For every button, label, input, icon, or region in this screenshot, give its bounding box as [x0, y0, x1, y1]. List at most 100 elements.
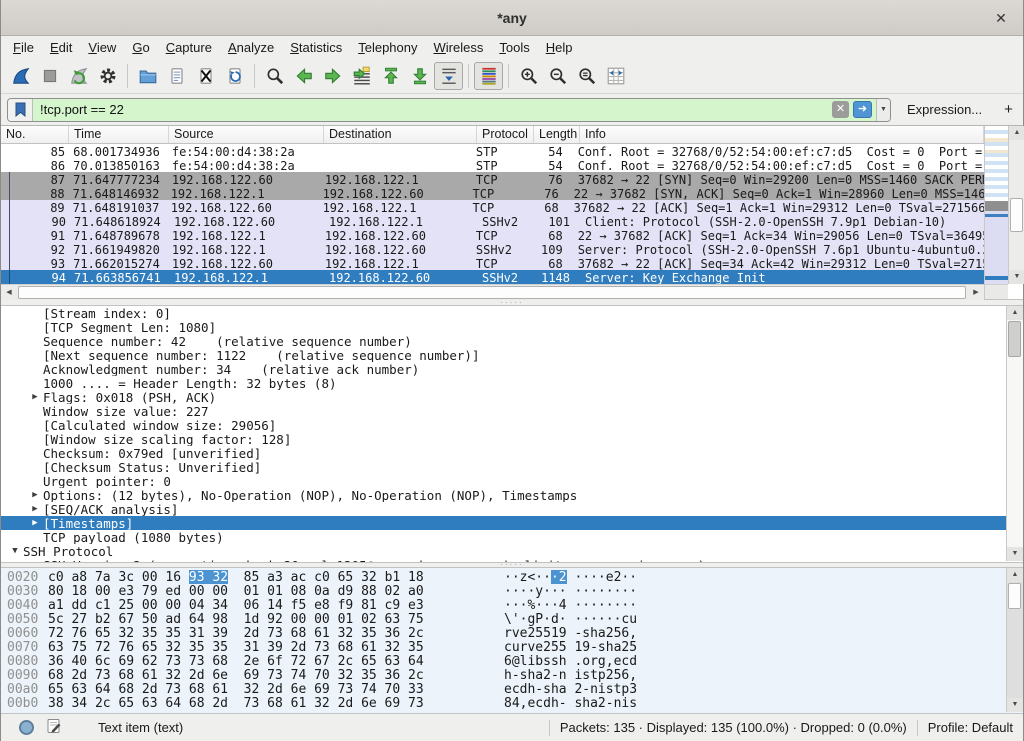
close-icon[interactable]: ✕ — [991, 8, 1011, 28]
column-header-protocol[interactable]: Protocol — [477, 126, 534, 143]
filter-apply-icon[interactable]: ➜ — [853, 101, 872, 118]
scroll-down-icon[interactable]: ▼ — [1009, 270, 1024, 284]
column-header-source[interactable]: Source — [169, 126, 324, 143]
packet-row-89[interactable]: 8971.648191037192.168.122.60192.168.122.… — [1, 200, 984, 214]
file-save-icon[interactable] — [162, 62, 191, 90]
packet-row-86[interactable]: 8670.013850163fe:54:00:d4:38:2aSTP54Conf… — [1, 158, 984, 172]
hex-row-0080[interactable]: 008036 40 6c 69 62 73 73 68 2e 6f 72 67 … — [1, 654, 1006, 668]
menu-edit[interactable]: Edit — [42, 38, 80, 57]
packet-row-90[interactable]: 9071.648618924192.168.122.60192.168.122.… — [1, 214, 984, 228]
display-filter-field[interactable]: ✕ ➜ ▼ — [7, 98, 891, 122]
expand-right-icon[interactable]: ▶ — [27, 490, 43, 500]
detail-vscrollbar[interactable]: ▲ ▼ — [1006, 306, 1023, 561]
expand-down-icon[interactable]: ▼ — [7, 546, 23, 556]
hscroll-thumb[interactable] — [18, 286, 966, 299]
hex-row-0060[interactable]: 006072 76 65 32 35 35 31 39 2d 73 68 61 … — [1, 626, 1006, 640]
menu-view[interactable]: View — [80, 38, 124, 57]
scroll-up-icon[interactable]: ▲ — [1007, 306, 1023, 320]
hex-row-0030[interactable]: 003080 18 00 e3 79 ed 00 00 01 01 08 0a … — [1, 584, 1006, 598]
detail-line[interactable]: ▶Options: (12 bytes), No-Operation (NOP)… — [1, 488, 1006, 502]
expression-button[interactable]: Expression... — [907, 102, 982, 117]
hex-row-00b0[interactable]: 00b038 34 2c 65 63 64 68 2d 73 68 61 32 … — [1, 696, 1006, 710]
scroll-left-icon[interactable]: ◀ — [1, 285, 17, 300]
menu-capture[interactable]: Capture — [158, 38, 220, 57]
filter-add-button[interactable]: + — [1004, 101, 1013, 118]
column-header-length[interactable]: Length — [534, 126, 580, 143]
menu-tools[interactable]: Tools — [491, 38, 537, 57]
hex-row-00a0[interactable]: 00a065 63 64 68 2d 73 68 61 32 2d 6e 69 … — [1, 682, 1006, 696]
go-back-icon[interactable] — [289, 62, 318, 90]
packet-list-hscrollbar[interactable]: ◀ ▶ — [1, 284, 984, 300]
go-first-packet-icon[interactable] — [376, 62, 405, 90]
file-open-icon[interactable] — [133, 62, 162, 90]
capture-options-icon[interactable] — [93, 62, 122, 90]
menu-telephony[interactable]: Telephony — [350, 38, 425, 57]
detail-line[interactable]: [Stream index: 0] — [1, 306, 1006, 320]
detail-line[interactable]: ▶[Timestamps] — [1, 516, 1006, 530]
detail-line[interactable]: Checksum: 0x79ed [unverified] — [1, 446, 1006, 460]
detail-line[interactable]: 1000 .... = Header Length: 32 bytes (8) — [1, 376, 1006, 390]
packet-row-94[interactable]: 9471.663856741192.168.122.1192.168.122.6… — [1, 270, 984, 284]
column-header-info[interactable]: Info — [580, 126, 984, 143]
filter-input[interactable] — [33, 102, 832, 117]
go-last-packet-icon[interactable] — [405, 62, 434, 90]
menu-go[interactable]: Go — [124, 38, 157, 57]
resize-columns-icon[interactable] — [601, 62, 630, 90]
expand-right-icon[interactable]: ▶ — [27, 504, 43, 514]
detail-line[interactable]: ▶Flags: 0x018 (PSH, ACK) — [1, 390, 1006, 404]
packet-list-vscrollbar[interactable]: ▲ ▼ — [1008, 126, 1024, 284]
go-to-packet-icon[interactable] — [347, 62, 376, 90]
vscroll-thumb[interactable] — [1008, 583, 1021, 609]
filter-bookmark-icon[interactable] — [8, 99, 33, 121]
vscroll-thumb[interactable] — [1008, 321, 1021, 357]
menu-wireless[interactable]: Wireless — [426, 38, 492, 57]
scroll-down-icon[interactable]: ▼ — [1007, 698, 1023, 712]
packet-row-93[interactable]: 9371.662015274192.168.122.60192.168.122.… — [1, 256, 984, 270]
capture-restart-icon[interactable] — [64, 62, 93, 90]
column-header-no[interactable]: No. — [1, 126, 69, 143]
column-header-time[interactable]: Time — [69, 126, 169, 143]
column-header-destination[interactable]: Destination — [324, 126, 477, 143]
packet-list-minimap[interactable] — [984, 126, 1008, 299]
packet-row-88[interactable]: 8871.648146932192.168.122.1192.168.122.6… — [1, 186, 984, 200]
hex-row-0050[interactable]: 00505c 27 b2 67 50 ad 64 98 1d 92 00 00 … — [1, 612, 1006, 626]
find-packet-icon[interactable] — [260, 62, 289, 90]
menu-file[interactable]: File — [5, 38, 42, 57]
scroll-down-icon[interactable]: ▼ — [1007, 547, 1023, 561]
detail-line[interactable]: ▼SSH Protocol — [1, 544, 1006, 558]
packet-row-85[interactable]: 8568.001734936fe:54:00:d4:38:2aSTP54Conf… — [1, 144, 984, 158]
packet-row-87[interactable]: 8771.647777234192.168.122.60192.168.122.… — [1, 172, 984, 186]
bytes-vscrollbar[interactable]: ▲ ▼ — [1006, 568, 1023, 712]
detail-line[interactable]: [TCP Segment Len: 1080] — [1, 320, 1006, 334]
detail-line[interactable]: Acknowledgment number: 34 (relative ack … — [1, 362, 1006, 376]
hex-row-0070[interactable]: 007063 75 72 76 65 32 35 35 31 39 2d 73 … — [1, 640, 1006, 654]
detail-line[interactable]: Window size value: 227 — [1, 404, 1006, 418]
packet-row-91[interactable]: 9171.648789678192.168.122.1192.168.122.6… — [1, 228, 984, 242]
profile-status[interactable]: Profile: Default — [928, 720, 1013, 735]
zoom-reset-icon[interactable] — [572, 62, 601, 90]
filter-clear-icon[interactable]: ✕ — [832, 101, 849, 118]
detail-line[interactable]: [Checksum Status: Unverified] — [1, 460, 1006, 474]
expand-right-icon[interactable]: ▶ — [27, 392, 43, 402]
vscroll-thumb[interactable] — [1010, 198, 1023, 232]
scroll-right-icon[interactable]: ▶ — [968, 285, 984, 300]
menu-analyze[interactable]: Analyze — [220, 38, 282, 57]
detail-line[interactable]: Sequence number: 42 (relative sequence n… — [1, 334, 1006, 348]
hex-row-0040[interactable]: 0040a1 dd c1 25 00 00 04 34 06 14 f5 e8 … — [1, 598, 1006, 612]
go-forward-icon[interactable] — [318, 62, 347, 90]
file-reload-icon[interactable] — [220, 62, 249, 90]
file-close-icon[interactable] — [191, 62, 220, 90]
packet-row-92[interactable]: 9271.661949820192.168.122.1192.168.122.6… — [1, 242, 984, 256]
detail-line[interactable]: [Next sequence number: 1122 (relative se… — [1, 348, 1006, 362]
minimap-stripes[interactable] — [985, 126, 1008, 284]
colorize-icon[interactable] — [474, 62, 503, 90]
hex-row-0090[interactable]: 009068 2d 73 68 61 32 2d 6e 69 73 74 70 … — [1, 668, 1006, 682]
scroll-up-icon[interactable]: ▲ — [1007, 568, 1023, 582]
menu-statistics[interactable]: Statistics — [282, 38, 350, 57]
detail-line[interactable]: [Window size scaling factor: 128] — [1, 432, 1006, 446]
hex-row-0020[interactable]: 0020c0 a8 7a 3c 00 16 93 32 85 a3 ac c0 … — [1, 570, 1006, 584]
detail-line[interactable]: [Calculated window size: 29056] — [1, 418, 1006, 432]
detail-line[interactable]: Urgent pointer: 0 — [1, 474, 1006, 488]
expert-info-icon[interactable] — [19, 720, 34, 735]
expand-right-icon[interactable]: ▶ — [27, 518, 43, 528]
